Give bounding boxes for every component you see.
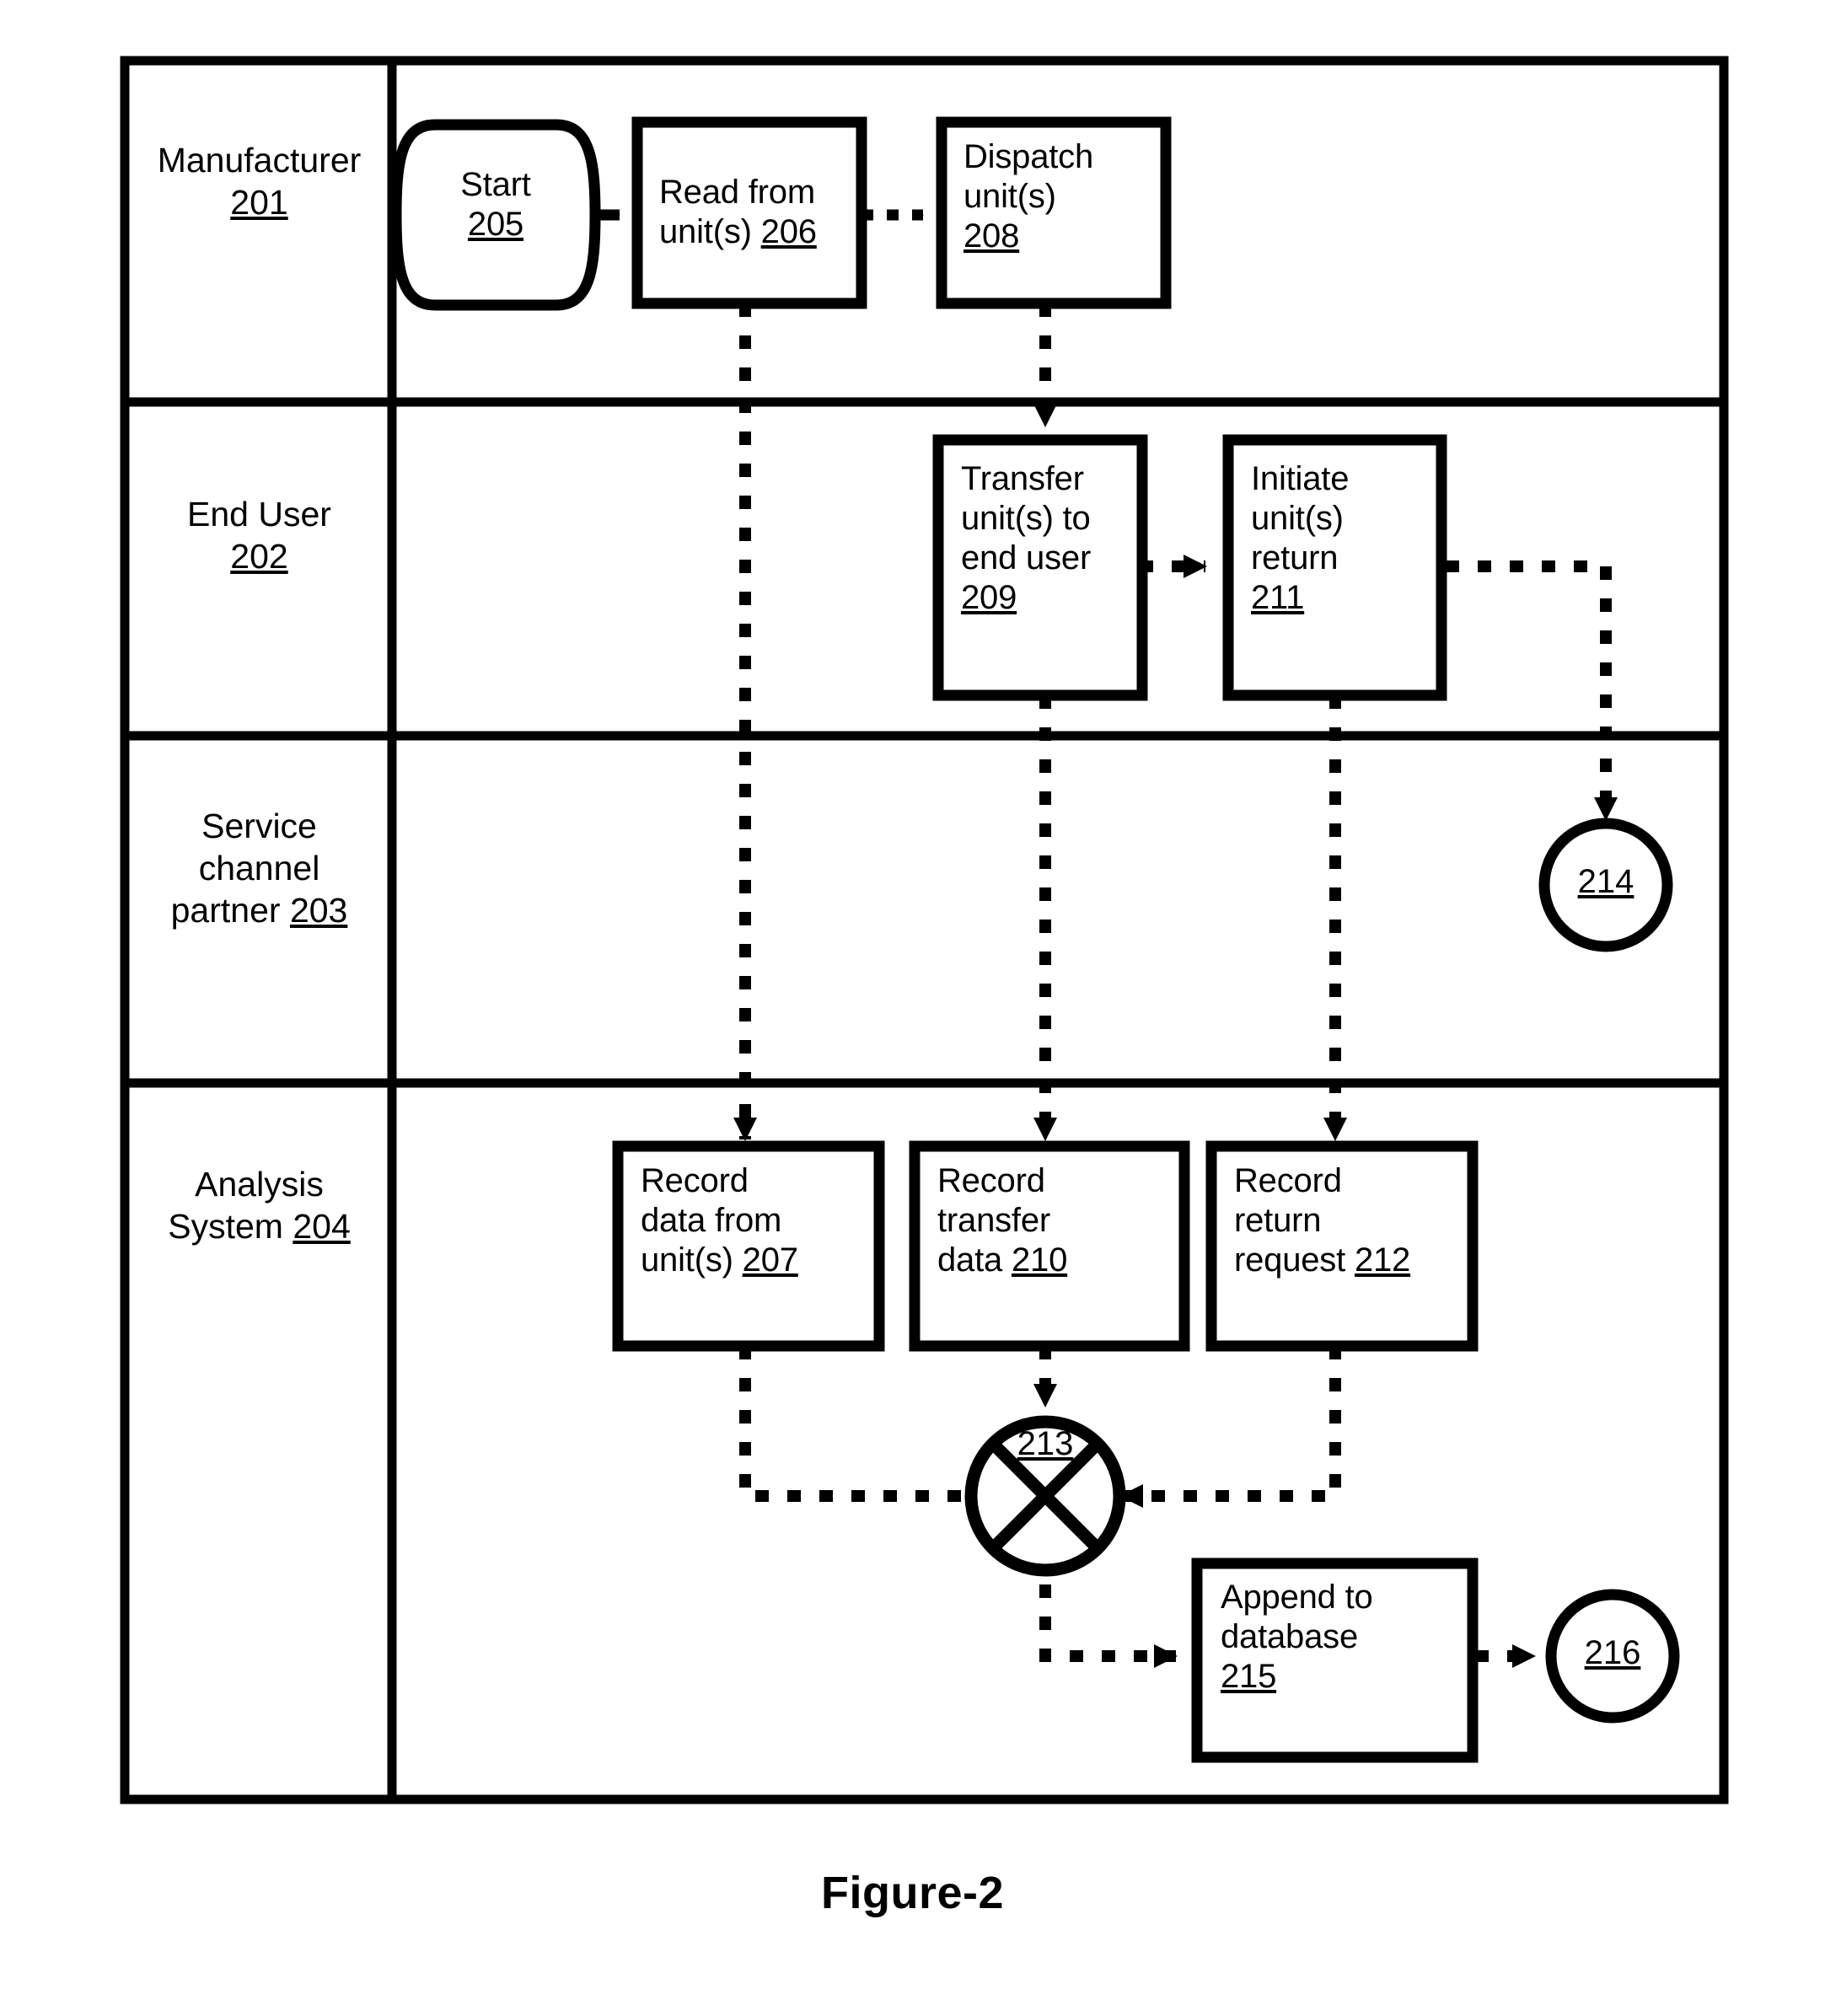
- node-record-return-line1: Record: [1234, 1162, 1342, 1199]
- node-record-unit-data-207[interactable]: Record data from unit(s) 207: [612, 1140, 885, 1352]
- node-initiate-return-211[interactable]: Initiate unit(s) return 211: [1222, 434, 1447, 701]
- node-dispatch-line1: Dispatch: [963, 138, 1094, 175]
- node-read-ref: 206: [760, 213, 817, 250]
- node-dispatch-units-208[interactable]: Dispatch unit(s) 208: [936, 116, 1172, 309]
- node-record-transfer-data-210[interactable]: Record transfer data 210: [909, 1140, 1190, 1352]
- lane-label-end-user: End User 202: [187, 495, 331, 576]
- node-record-transfer-line3: data: [937, 1241, 1003, 1279]
- lane-label-service-line2: channel: [198, 849, 320, 887]
- figure-caption: Figure-2: [820, 1868, 1005, 1918]
- node-record-unit-line3: unit(s): [641, 1241, 733, 1279]
- node-read-from-units-206[interactable]: Read from unit(s) 206: [631, 116, 867, 309]
- node-initiate-line3: return: [1251, 539, 1339, 576]
- node-connector-214[interactable]: 214: [1538, 818, 1673, 952]
- node-start-205[interactable]: Start 205: [390, 119, 601, 311]
- conn-merge-to-append: [1039, 1584, 1178, 1668]
- node-initiate-line1: Initiate: [1251, 460, 1350, 497]
- node-read-line2: unit(s): [659, 213, 752, 250]
- node-connector-216[interactable]: 216: [1545, 1589, 1680, 1724]
- node-record-unit-line1: Record: [641, 1162, 749, 1199]
- node-read-line1: Read from: [659, 174, 815, 211]
- node-initiate-ref: 211: [1251, 579, 1305, 616]
- node-connector-216-ref: 216: [1584, 1635, 1641, 1671]
- node-connector-214-ref: 214: [1577, 864, 1634, 900]
- node-append-to-database-215[interactable]: Append to database 215: [1191, 1558, 1479, 1763]
- node-append-line1: Append to: [1221, 1579, 1373, 1616]
- node-start-label: Start: [460, 166, 531, 203]
- lane-label-service-channel-partner: Service channel partner 203: [170, 807, 348, 930]
- node-start-ref: 205: [467, 206, 524, 243]
- lane-ref-203: 203: [289, 891, 348, 930]
- node-dispatch-ref: 208: [963, 217, 1020, 255]
- node-initiate-line2: unit(s): [1251, 500, 1344, 537]
- node-record-transfer-line2: transfer: [937, 1202, 1051, 1239]
- node-record-return-ref: 212: [1354, 1241, 1411, 1279]
- lane-label-analysis-system: Analysis System 204: [168, 1165, 351, 1246]
- node-append-line2: database: [1221, 1618, 1358, 1655]
- node-transfer-line3: end user: [961, 539, 1092, 576]
- swimlane-flowchart: Manufacturer 201 End User 202 Service ch…: [120, 56, 1729, 1804]
- lane-ref-202: 202: [230, 537, 288, 576]
- node-transfer-units-209[interactable]: Transfer unit(s) to end user 209: [932, 434, 1148, 701]
- lane-label-service-line1: Service: [201, 807, 317, 845]
- lane-label-manufacturer: Manufacturer 201: [157, 141, 362, 222]
- node-transfer-line2: unit(s) to: [961, 500, 1091, 537]
- lane-label-service-line3: partner: [170, 891, 281, 930]
- lane-ref-204: 204: [293, 1207, 351, 1246]
- lane-ref-201: 201: [230, 183, 288, 222]
- figure-page: Manufacturer 201 End User 202 Service ch…: [0, 0, 1825, 2016]
- node-append-ref: 215: [1221, 1658, 1277, 1695]
- lane-label-analysis-line2: System: [168, 1207, 283, 1246]
- node-record-return-request-212[interactable]: Record return request 212: [1205, 1140, 1479, 1352]
- node-merge-junction-ref: 213: [1017, 1426, 1074, 1462]
- node-merge-junction-213[interactable]: 213: [964, 1415, 1126, 1577]
- node-record-unit-line2: data from: [641, 1202, 782, 1239]
- node-record-return-line2: return: [1234, 1202, 1322, 1239]
- conn-initiate-to-connector-214: [1446, 560, 1618, 821]
- node-record-transfer-ref: 210: [1011, 1241, 1068, 1279]
- node-transfer-ref: 209: [961, 579, 1017, 616]
- node-dispatch-line2: unit(s): [963, 178, 1056, 215]
- node-record-return-line3: request: [1234, 1241, 1346, 1279]
- lane-label-analysis-line1: Analysis: [195, 1165, 324, 1204]
- conn-record-return-to-merge: [1119, 1346, 1341, 1508]
- node-transfer-line1: Transfer: [961, 460, 1084, 497]
- lane-label-manufacturer-text: Manufacturer: [157, 141, 362, 180]
- lane-label-end-user-text: End User: [187, 495, 331, 533]
- node-record-unit-ref: 207: [742, 1241, 798, 1279]
- node-record-transfer-line1: Record: [937, 1162, 1045, 1199]
- conn-record-unit-to-merge: [739, 1346, 990, 1508]
